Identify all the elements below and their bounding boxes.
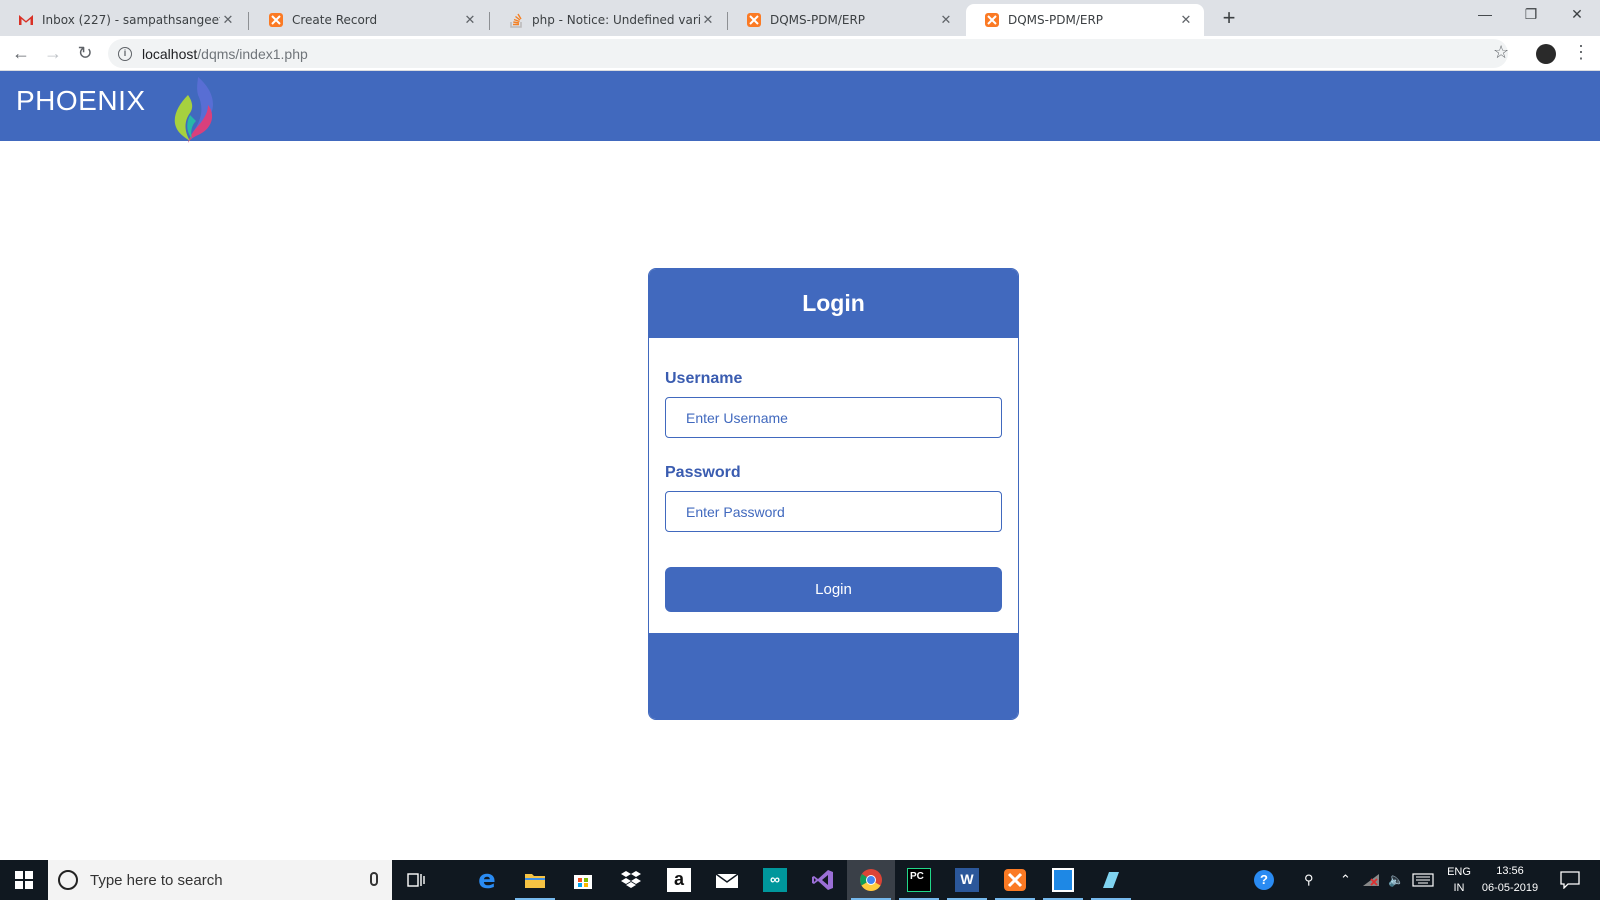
tab-title: Inbox (227) - sampathsangeeta1	[42, 13, 220, 27]
chevron-up-icon[interactable]: ⌃	[1340, 860, 1351, 900]
stackoverflow-icon	[508, 12, 524, 28]
region-code: IN	[1453, 882, 1465, 894]
back-icon[interactable]: ←	[8, 40, 34, 66]
keyboard-icon[interactable]	[1412, 860, 1434, 900]
microsoft-store-icon[interactable]	[559, 860, 607, 900]
tab-title: DQMS-PDM/ERP	[770, 13, 866, 27]
menu-kebab-icon[interactable]: ⋮	[1572, 42, 1590, 62]
snipping-tool-icon[interactable]	[1087, 860, 1135, 900]
login-button[interactable]: Login	[665, 567, 1002, 612]
edge-browser-icon[interactable]: e	[463, 860, 511, 900]
forward-icon[interactable]: →	[40, 40, 66, 66]
people-icon[interactable]: ⚲	[1304, 860, 1314, 900]
amazon-icon[interactable]: a	[655, 860, 703, 900]
tab-title: php - Notice: Undefined variable	[532, 13, 700, 27]
browser-toolbar: ← → ↻ i localhost/dqms/index1.php ☆ ⋮	[0, 36, 1600, 71]
login-card-footer	[649, 633, 1018, 719]
close-icon[interactable]: ✕	[462, 13, 478, 28]
address-bar[interactable]: i localhost/dqms/index1.php	[108, 39, 1508, 68]
close-icon[interactable]: ✕	[938, 13, 954, 28]
bookmark-star-icon[interactable]: ☆	[1493, 42, 1509, 63]
dropbox-icon[interactable]	[607, 860, 655, 900]
taskbar-search-input[interactable]: Type here to search	[48, 860, 392, 900]
username-label: Username	[665, 370, 743, 387]
tab-title: Create Record	[292, 13, 378, 27]
microphone-icon[interactable]	[370, 872, 378, 886]
tab-php-notice[interactable]: php - Notice: Undefined variable ✕	[490, 4, 726, 36]
brand-name: PHOENIX	[16, 85, 146, 116]
password-input[interactable]	[665, 491, 1002, 532]
xampp-icon	[268, 12, 284, 28]
word-icon[interactable]: W	[943, 860, 991, 900]
close-icon[interactable]: ✕	[1178, 13, 1194, 28]
clock-date: 06-05-2019	[1481, 882, 1539, 894]
cortana-icon	[58, 870, 78, 890]
xampp-icon	[746, 12, 762, 28]
profile-avatar-icon[interactable]	[1536, 44, 1556, 64]
system-clock[interactable]: 13:56 06-05-2019	[1480, 863, 1540, 897]
taskbar-search-placeholder: Type here to search	[90, 871, 223, 889]
mail-icon[interactable]	[703, 860, 751, 900]
close-window-button[interactable]: ✕	[1554, 0, 1600, 30]
login-title: Login	[649, 269, 1018, 338]
app-header: PHOENIX	[0, 71, 1600, 143]
reload-icon[interactable]: ↻	[72, 40, 98, 66]
visual-studio-icon[interactable]	[799, 860, 847, 900]
xampp-icon	[984, 12, 1000, 28]
help-icon[interactable]: ?	[1254, 860, 1274, 900]
phoenix-flame-logo-icon	[174, 77, 213, 143]
info-icon[interactable]: i	[118, 46, 132, 61]
windows-start-icon[interactable]	[0, 860, 48, 900]
language-indicator[interactable]: ENG IN	[1443, 864, 1475, 896]
tab-title: DQMS-PDM/ERP	[1008, 13, 1104, 27]
login-card: Login Username Password Login	[648, 268, 1019, 720]
login-form: Username Password Login	[649, 338, 1018, 635]
pycharm-icon[interactable]: PC	[895, 860, 943, 900]
password-label: Password	[665, 464, 741, 481]
tab-separator	[248, 12, 249, 30]
close-icon[interactable]: ✕	[700, 13, 716, 28]
new-tab-button[interactable]: +	[1216, 6, 1242, 32]
notifications-icon[interactable]	[1560, 860, 1580, 900]
close-icon[interactable]: ✕	[220, 13, 236, 28]
minimize-button[interactable]: —	[1462, 0, 1508, 30]
tab-dqms-1[interactable]: DQMS-PDM/ERP ✕	[728, 4, 964, 36]
tab-dqms-active[interactable]: DQMS-PDM/ERP ✕	[966, 4, 1204, 36]
windows-taskbar: Type here to search e a ∞ PC W ? ⚲ ⌃ 🔈 E…	[0, 860, 1600, 900]
lang-code: ENG	[1447, 866, 1471, 878]
chrome-icon[interactable]	[847, 860, 895, 900]
notepad-app-icon[interactable]	[1039, 860, 1087, 900]
tab-inbox[interactable]: Inbox (227) - sampathsangeeta1 ✕	[0, 4, 246, 36]
volume-icon[interactable]: 🔈	[1388, 860, 1404, 900]
tab-create-record[interactable]: Create Record ✕	[250, 4, 488, 36]
xampp-icon[interactable]	[991, 860, 1039, 900]
file-explorer-icon[interactable]	[511, 860, 559, 900]
restore-button[interactable]: ❐	[1508, 0, 1554, 30]
url-path: /dqms/index1.php	[197, 45, 308, 62]
task-view-icon[interactable]	[392, 860, 440, 900]
network-icon[interactable]	[1362, 860, 1380, 900]
url-host: localhost	[142, 45, 198, 62]
username-input[interactable]	[665, 397, 1002, 438]
arduino-icon[interactable]: ∞	[751, 860, 799, 900]
browser-tab-strip: Inbox (227) - sampathsangeeta1 ✕ Create …	[0, 0, 1600, 36]
gmail-icon	[18, 12, 34, 28]
clock-time: 13:56	[1496, 865, 1524, 877]
